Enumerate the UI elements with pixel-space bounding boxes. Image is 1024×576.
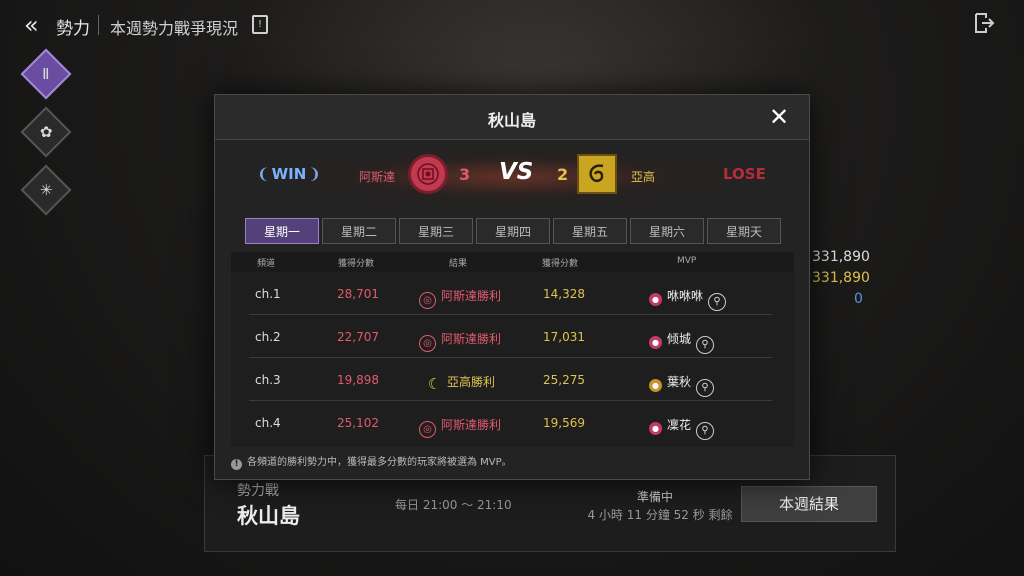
result-text: 亞高勝利 [447, 375, 496, 389]
mvp-name: 凜花 [667, 418, 692, 432]
sidenav-item-faction[interactable]: ✿ [20, 106, 72, 158]
table-row: ch.1 28,701 ◎ 阿斯達勝利 14,328 ● 咻咻咻 ⚲ [231, 272, 794, 315]
war-location: 秋山島 [237, 504, 300, 528]
result-cell: ◎ 阿斯達勝利 [419, 416, 501, 438]
title-divider [98, 15, 99, 35]
top-bar: « 勢力 本週勢力戰爭現況 ! [0, 0, 1024, 50]
tab-sunday[interactable]: 星期天 [707, 218, 781, 244]
channel-cell: ch.1 [255, 287, 281, 301]
score-b-cell: 25,275 [543, 373, 585, 387]
faction-a-icon: ◎ [419, 421, 436, 438]
mvp-name: 咻咻咻 [667, 289, 704, 303]
result-cell: ☾ 亞高勝利 [427, 373, 495, 392]
faction-a-score: 3 [459, 165, 471, 184]
result-cell: ◎ 阿斯達勝利 [419, 330, 501, 352]
war-result-modal: 秋山島 ✕ WIN 阿斯達 3 VS 2 亞高 LOSE 星期一 星期二 星期三… [214, 94, 810, 480]
emblem-icon: ✳ [39, 180, 53, 199]
tab-wednesday[interactable]: 星期三 [399, 218, 473, 244]
win-label: WIN [257, 165, 321, 183]
table-row: ch.2 22,707 ◎ 阿斯達勝利 17,031 ● 倾城 ⚲ [231, 315, 794, 358]
back-arrow-icon[interactable]: « [24, 12, 39, 38]
week-result-button[interactable]: 本週結果 [741, 486, 877, 522]
mvp-cell: ● 葉秋 ⚲ [649, 373, 715, 397]
result-text: 阿斯達勝利 [441, 332, 502, 346]
score-a-cell: 28,701 [337, 287, 379, 301]
exit-icon[interactable] [973, 12, 995, 34]
mvp-name: 倾城 [667, 332, 692, 346]
channel-cell: ch.4 [255, 416, 281, 430]
page-title: 勢力 [56, 19, 90, 39]
bg-score-1: 331,890 [812, 249, 870, 265]
mvp-faction-icon: ● [649, 379, 662, 392]
faction-a-icon: ◎ [419, 335, 436, 352]
faction-b-score: 2 [557, 165, 569, 184]
faction-b-emblem-icon [577, 154, 617, 194]
page-subtitle: 本週勢力戰爭現況 [110, 19, 239, 38]
score-b-cell: 17,031 [543, 330, 585, 344]
search-icon[interactable]: ⚲ [696, 422, 715, 440]
tab-tuesday[interactable]: 星期二 [322, 218, 396, 244]
document-icon[interactable]: ! [252, 15, 268, 34]
mvp-note: ! 各頻道的勝利勢力中，獲得最多分數的玩家將被選為 MVP。 [231, 453, 512, 470]
col-score-b: 獲得分數 [542, 259, 579, 269]
close-icon[interactable]: ✕ [769, 105, 789, 129]
versus-banner: WIN 阿斯達 3 VS 2 亞高 LOSE [215, 139, 809, 215]
score-b-cell: 14,328 [543, 287, 585, 301]
mvp-name: 葉秋 [667, 375, 692, 389]
mvp-cell: ● 倾城 ⚲ [649, 330, 715, 354]
score-b-cell: 19,569 [543, 416, 585, 430]
search-icon[interactable]: ⚲ [696, 336, 715, 354]
score-a-cell: 22,707 [337, 330, 379, 344]
score-a-cell: 25,102 [337, 416, 379, 430]
bg-score-2: 331,890 [812, 270, 870, 286]
war-status: 準備中 [636, 490, 673, 504]
search-icon[interactable]: ⚲ [696, 379, 715, 397]
mvp-cell: ● 凜花 ⚲ [649, 416, 715, 440]
sidenav-item-war[interactable]: Ⅱ [20, 48, 72, 100]
knot-icon: ✿ [39, 122, 53, 141]
result-cell: ◎ 阿斯達勝利 [419, 287, 501, 309]
col-channel: 頻道 [257, 259, 276, 269]
col-mvp: MVP [677, 256, 697, 266]
tab-saturday[interactable]: 星期六 [630, 218, 704, 244]
mvp-faction-icon: ● [649, 293, 662, 306]
vs-label: VS [499, 159, 534, 185]
table-header: 頻道 獲得分數 結果 獲得分數 MVP [231, 252, 794, 272]
war-type-label: 勢力戰 [237, 483, 279, 499]
modal-title: 秋山島 [487, 111, 536, 130]
war-remaining-time: 4 小時 11 分鐘 52 秒 剩餘 [587, 508, 733, 522]
bg-score-3: 0 [854, 291, 863, 307]
mvp-note-text: 各頻道的勝利勢力中，獲得最多分數的玩家將被選為 MVP。 [247, 457, 512, 468]
faction-a-icon: ◎ [419, 292, 436, 309]
faction-b-icon: ☾ [427, 375, 442, 393]
tab-thursday[interactable]: 星期四 [476, 218, 550, 244]
modal-header: 秋山島 ✕ [215, 95, 809, 140]
col-score-a: 獲得分數 [338, 259, 375, 269]
faction-a-name: 阿斯達 [359, 170, 396, 184]
result-text: 阿斯達勝利 [441, 289, 502, 303]
lose-label: LOSE [723, 165, 766, 183]
side-nav: Ⅱ ✿ ✳ [20, 48, 72, 230]
faction-a-emblem-icon [408, 154, 448, 194]
mvp-faction-icon: ● [649, 336, 662, 349]
table-row: ch.3 19,898 ☾ 亞高勝利 25,275 ● 葉秋 ⚲ [231, 358, 794, 401]
results-table: ch.1 28,701 ◎ 阿斯達勝利 14,328 ● 咻咻咻 ⚲ ch.2 22,… [231, 272, 794, 447]
col-result: 結果 [449, 259, 468, 269]
info-icon: ! [231, 459, 242, 470]
channel-cell: ch.3 [255, 373, 281, 387]
result-text: 阿斯達勝利 [441, 418, 502, 432]
war-icon: Ⅱ [42, 64, 50, 83]
table-row: ch.4 25,102 ◎ 阿斯達勝利 19,569 ● 凜花 ⚲ [231, 401, 794, 444]
mvp-cell: ● 咻咻咻 ⚲ [649, 287, 727, 311]
war-schedule: 每日 21:00 ～ 21:10 [395, 498, 512, 512]
tab-friday[interactable]: 星期五 [553, 218, 627, 244]
tab-monday[interactable]: 星期一 [245, 218, 319, 244]
faction-b-name: 亞高 [631, 170, 656, 184]
sidenav-item-emblem[interactable]: ✳ [20, 164, 72, 216]
search-icon[interactable]: ⚲ [708, 293, 727, 311]
mvp-faction-icon: ● [649, 422, 662, 435]
score-a-cell: 19,898 [337, 373, 379, 387]
channel-cell: ch.2 [255, 330, 281, 344]
